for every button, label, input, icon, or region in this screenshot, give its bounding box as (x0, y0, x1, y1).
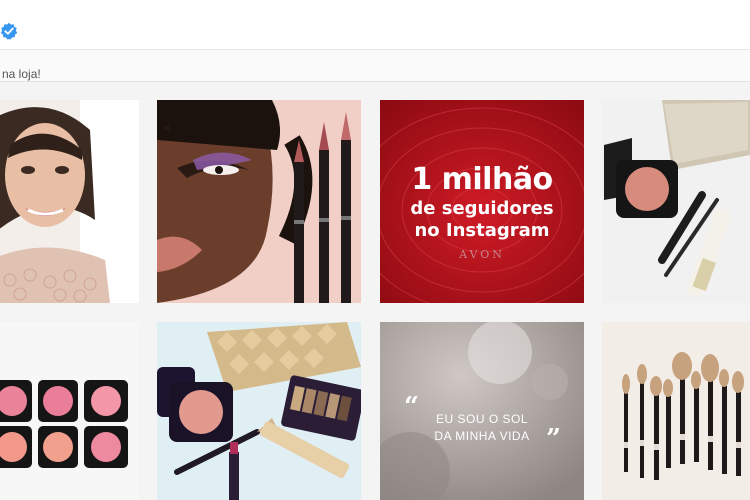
post-blush-products[interactable] (602, 100, 750, 303)
brand-watermark: AVON (459, 248, 505, 261)
milestone-line-3: no Instagram (414, 220, 550, 241)
quote-close-mark: ” (546, 424, 561, 454)
profile-header (0, 0, 750, 50)
post-portrait-smiling[interactable] (0, 100, 139, 303)
post-blush-compacts[interactable] (0, 322, 139, 500)
verified-badge-icon (0, 22, 18, 40)
post-makeup-flatlay[interactable] (157, 322, 361, 500)
post-brushes[interactable] (602, 322, 750, 500)
milestone-line-2: de seguidores (410, 198, 554, 219)
bio-text: na loja! (2, 67, 41, 81)
post-quote[interactable]: “ EU SOU O SOL DA MINHA VIDA ” (380, 322, 584, 500)
milestone-line-1: 1 milhão (411, 162, 553, 197)
post-grid: 1 milhão de seguidores no Instagram AVON (0, 82, 750, 500)
post-eyeliner-look[interactable] (157, 100, 361, 303)
profile-bio: na loja! (0, 50, 750, 82)
post-milestone[interactable]: 1 milhão de seguidores no Instagram AVON (380, 100, 584, 303)
